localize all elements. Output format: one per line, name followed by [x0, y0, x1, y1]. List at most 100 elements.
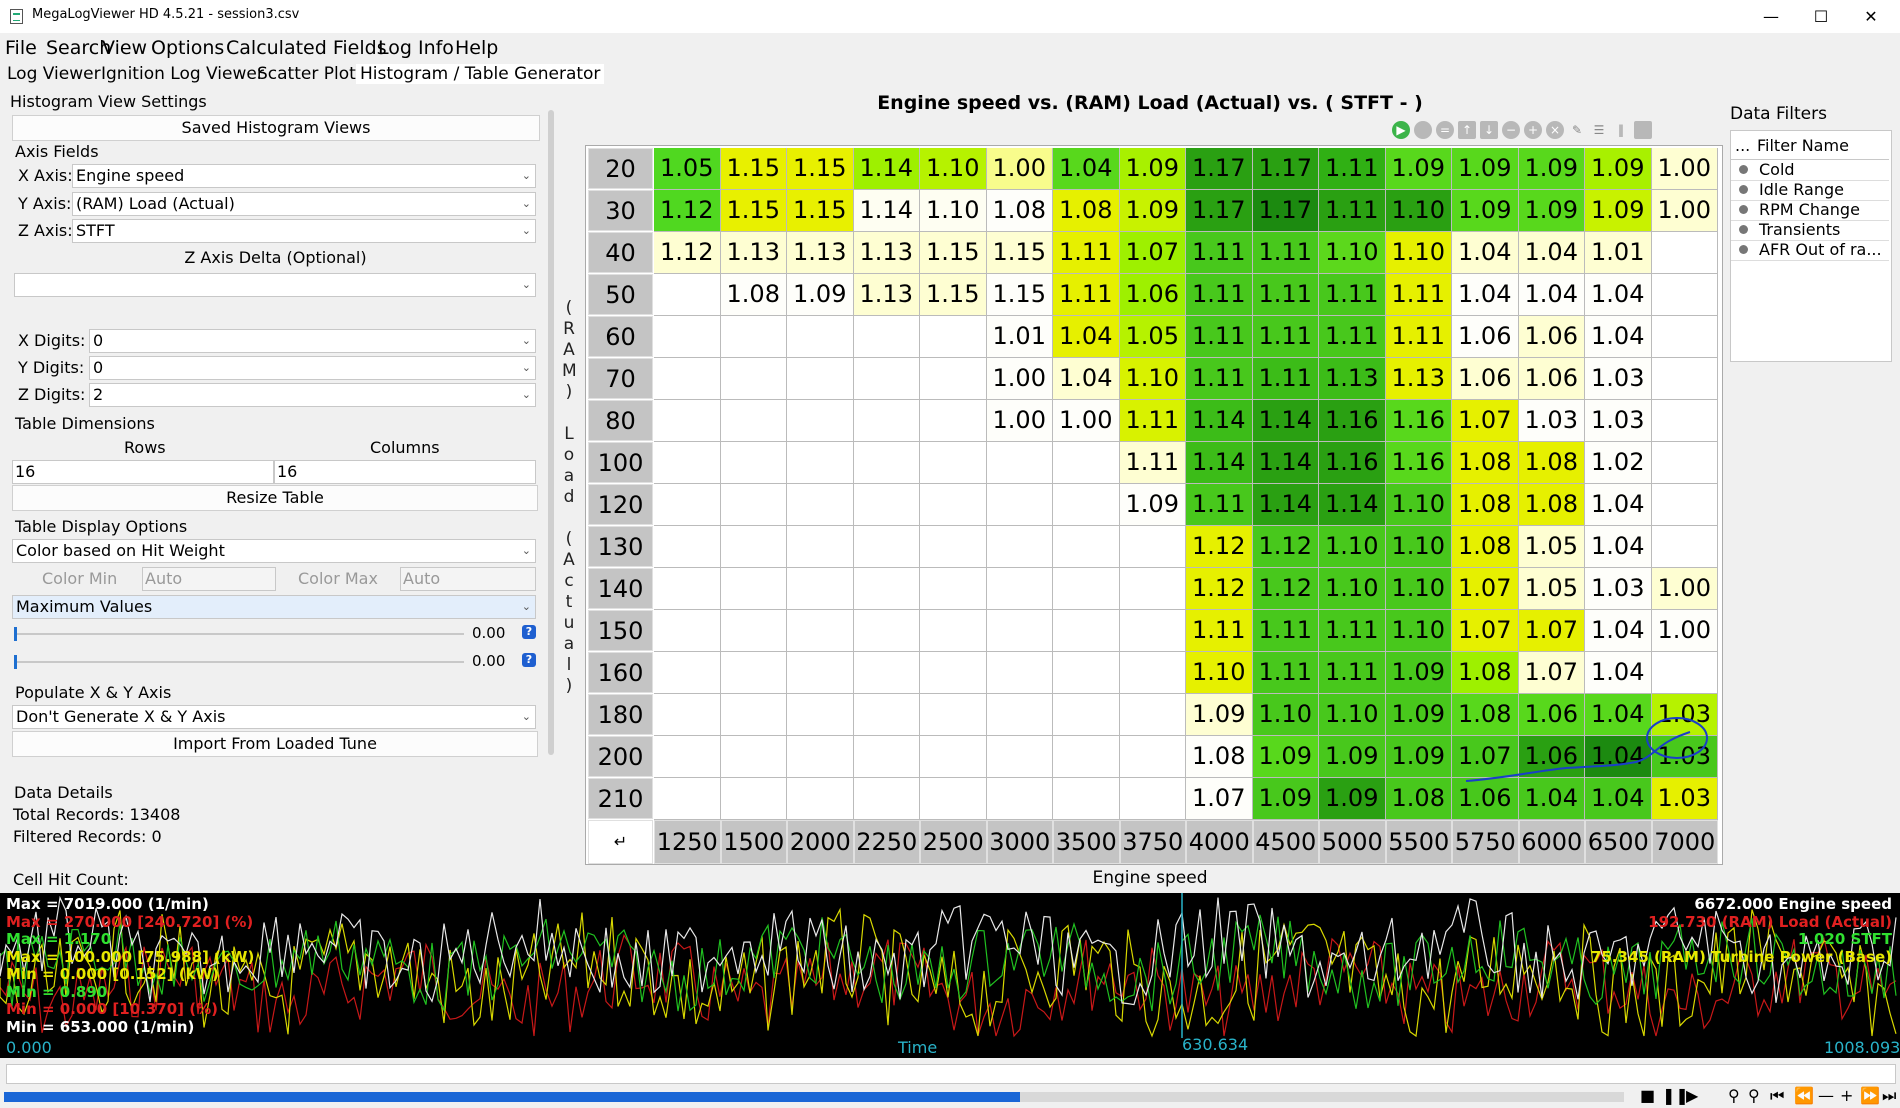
table-cell[interactable]: 1.08: [1518, 442, 1585, 484]
table-cell[interactable]: [720, 484, 787, 526]
columns-input[interactable]: 16: [274, 460, 536, 484]
table-cell[interactable]: 1.11: [1252, 316, 1319, 358]
z-digits-select[interactable]: 2 ⌄: [89, 383, 536, 407]
color-max-input[interactable]: Auto: [400, 567, 536, 591]
table-cell[interactable]: 1.00: [1651, 190, 1718, 232]
color-min-input[interactable]: Auto: [142, 567, 276, 591]
table-cell[interactable]: [1053, 736, 1120, 778]
column-header[interactable]: 2500: [920, 820, 987, 864]
table-cell[interactable]: 1.11: [1252, 358, 1319, 400]
table-cell[interactable]: 1.04: [1585, 274, 1652, 316]
table-cell[interactable]: 1.13: [1319, 358, 1386, 400]
table-cell[interactable]: 1.15: [986, 232, 1053, 274]
equals-icon[interactable]: =: [1436, 121, 1454, 139]
table-cell[interactable]: [920, 694, 987, 736]
table-cell[interactable]: 1.09: [1518, 148, 1585, 190]
table-cell[interactable]: [720, 694, 787, 736]
column-header[interactable]: 4500: [1252, 820, 1319, 864]
table-cell[interactable]: 1.15: [920, 274, 987, 316]
table-cell[interactable]: [920, 358, 987, 400]
table-cell[interactable]: [787, 442, 854, 484]
table-cell[interactable]: 1.10: [920, 148, 987, 190]
table-cell[interactable]: 1.00: [1651, 568, 1718, 610]
row-header[interactable]: 210: [588, 778, 653, 819]
table-cell[interactable]: [853, 316, 920, 358]
table-cell[interactable]: 1.12: [1186, 526, 1253, 568]
table-cell[interactable]: 1.03: [1651, 778, 1718, 820]
table-cell[interactable]: 1.13: [720, 232, 787, 274]
table-cell[interactable]: 1.14: [853, 148, 920, 190]
maximize-button[interactable]: ☐: [1798, 0, 1844, 33]
x-digits-select[interactable]: 0 ⌄: [89, 329, 536, 353]
table-cell[interactable]: [787, 694, 854, 736]
z-axis-delta-select[interactable]: ⌄: [14, 273, 536, 297]
table-cell[interactable]: [853, 610, 920, 652]
table-cell[interactable]: 1.11: [1186, 610, 1253, 652]
y-axis-select[interactable]: (RAM) Load (Actual) ⌄: [72, 192, 536, 216]
table-cell[interactable]: [654, 736, 721, 778]
table-cell[interactable]: [787, 568, 854, 610]
table-cell[interactable]: [1651, 652, 1718, 694]
table-cell[interactable]: 1.11: [1119, 400, 1186, 442]
table-cell[interactable]: 1.06: [1518, 694, 1585, 736]
filter-item-idle-range[interactable]: Idle Range: [1731, 180, 1889, 201]
row-header[interactable]: 70: [588, 358, 653, 399]
table-cell[interactable]: 1.00: [1651, 148, 1718, 190]
table-cell[interactable]: 1.15: [720, 148, 787, 190]
table-cell[interactable]: 1.04: [1585, 736, 1652, 778]
minus-icon[interactable]: —: [1818, 1086, 1834, 1105]
column-header[interactable]: 6500: [1585, 820, 1652, 864]
column-header[interactable]: 3750: [1119, 820, 1186, 864]
table-cell[interactable]: [853, 442, 920, 484]
table-cell[interactable]: 1.07: [1518, 610, 1585, 652]
table-cell[interactable]: 1.05: [1119, 316, 1186, 358]
columns-icon[interactable]: ‖: [1612, 121, 1630, 139]
table-cell[interactable]: 1.09: [1385, 736, 1452, 778]
table-cell[interactable]: 1.06: [1452, 778, 1519, 820]
table-cell[interactable]: 1.17: [1252, 190, 1319, 232]
table-cell[interactable]: 1.10: [1385, 190, 1452, 232]
table-cell[interactable]: 1.11: [1186, 484, 1253, 526]
table-cell[interactable]: 1.07: [1119, 232, 1186, 274]
table-cell[interactable]: 1.04: [1053, 316, 1120, 358]
table-cell[interactable]: 1.11: [1186, 316, 1253, 358]
table-cell[interactable]: 1.11: [1119, 442, 1186, 484]
plus-icon[interactable]: +: [1840, 1086, 1853, 1105]
menu-help[interactable]: Help: [455, 37, 498, 59]
table-cell[interactable]: [720, 442, 787, 484]
table-cell[interactable]: [654, 694, 721, 736]
table-cell[interactable]: 1.08: [986, 190, 1053, 232]
table-cell[interactable]: 1.03: [1585, 358, 1652, 400]
filter-item-rpm-change[interactable]: RPM Change: [1731, 200, 1889, 221]
table-cell[interactable]: 1.04: [1518, 778, 1585, 820]
close-button[interactable]: ✕: [1848, 0, 1894, 33]
table-cell[interactable]: [986, 610, 1053, 652]
column-header[interactable]: 3000: [986, 820, 1053, 864]
table-cell[interactable]: [787, 652, 854, 694]
square-icon[interactable]: [1634, 121, 1652, 139]
table-cell[interactable]: 1.09: [1585, 148, 1652, 190]
y-digits-select[interactable]: 0 ⌄: [89, 356, 536, 380]
table-cell[interactable]: [720, 736, 787, 778]
table-cell[interactable]: [986, 736, 1053, 778]
column-header[interactable]: 4000: [1186, 820, 1253, 864]
table-cell[interactable]: 1.07: [1186, 778, 1253, 820]
table-cell[interactable]: 1.03: [1518, 400, 1585, 442]
row-header[interactable]: 60: [588, 316, 653, 357]
table-cell[interactable]: 1.03: [1651, 694, 1718, 736]
table-cell[interactable]: 1.10: [1119, 358, 1186, 400]
column-header[interactable]: 2250: [853, 820, 920, 864]
tab-ignition-log-viewer[interactable]: Ignition Log Viewer: [101, 64, 264, 84]
filter-item-cold[interactable]: Cold: [1731, 160, 1889, 181]
table-cell[interactable]: [986, 442, 1053, 484]
table-cell[interactable]: [1651, 274, 1718, 316]
row-header[interactable]: 20: [588, 148, 653, 189]
table-cell[interactable]: 1.04: [1518, 232, 1585, 274]
table-cell[interactable]: 1.09: [1518, 190, 1585, 232]
table-cell[interactable]: [654, 526, 721, 568]
table-cell[interactable]: 1.04: [1518, 274, 1585, 316]
table-cell[interactable]: 1.08: [1452, 442, 1519, 484]
table-cell[interactable]: [1119, 610, 1186, 652]
table-cell[interactable]: 1.04: [1452, 232, 1519, 274]
table-cell[interactable]: 1.17: [1252, 148, 1319, 190]
